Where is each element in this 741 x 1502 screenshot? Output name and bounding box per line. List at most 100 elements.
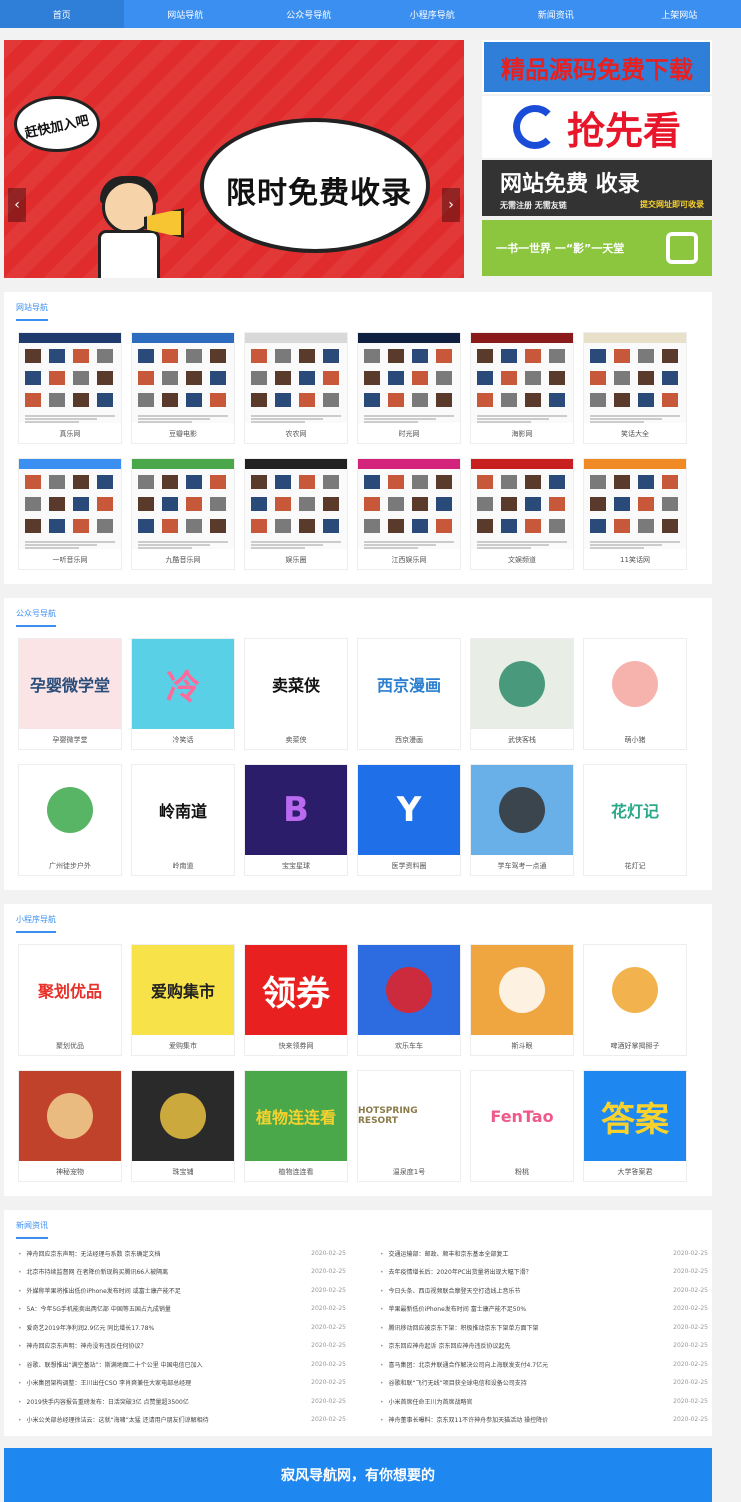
site-card[interactable]: 一听音乐网 (18, 458, 122, 570)
news-title[interactable]: 谷歌、联想推出“满空基站”：斯满地面二十个公里 中国电信已加入 (18, 1360, 203, 1369)
official-card[interactable]: 广州徒步户外 (18, 764, 122, 876)
site-thumbnail-image (525, 497, 541, 511)
news-item[interactable]: 去年疫情增长后：2020年PC出货量将出现大幅下滑？ 2020-02-25 (380, 1263, 708, 1282)
site-card[interactable]: 娱乐圈 (244, 458, 348, 570)
site-card[interactable]: 11笑话网 (583, 458, 687, 570)
mini-card[interactable]: 领券 快来领券网 (244, 944, 348, 1056)
news-item[interactable]: 喜马集团：北京并联通合作解决公司向上海联发支付4.7亿元 2020-02-25 (380, 1355, 708, 1374)
mini-card[interactable]: FenTao 粉桃 (470, 1070, 574, 1182)
site-thumbnail-image (25, 519, 41, 533)
site-thumbnail-image (299, 393, 315, 407)
news-item[interactable]: 谷歌和联“飞行无线”项目获全球电信和设备公司支持 2020-02-25 (380, 1374, 708, 1393)
nav-item-sites[interactable]: 网站导航 (124, 0, 248, 28)
news-item[interactable]: 苹果最新低价iPhone发布时间 富士康产能不足50% 2020-02-25 (380, 1300, 708, 1319)
news-title[interactable]: 外媒称苹果将推出低价iPhone发布时间 或富士康产能不足 (18, 1286, 181, 1295)
site-thumbnail-image (323, 519, 339, 533)
official-logo-icon: 卖菜侠 (245, 639, 347, 729)
official-card[interactable]: B 宝宝星球 (244, 764, 348, 876)
official-logo-icon: Y (358, 765, 460, 855)
news-item[interactable]: 小米集团架构调整：王川出任CSO 李肖爽兼任大家电部总经理 2020-02-25 (18, 1374, 346, 1393)
news-title[interactable]: 京东回应神舟起诉 京东回应神舟违反协议起先 (380, 1341, 511, 1350)
news-title[interactable]: 神舟董事长曝料：京东双11不许神舟参加天猫活动 操控降价 (380, 1415, 549, 1424)
site-card[interactable]: 笑话大全 (583, 332, 687, 444)
news-title[interactable]: 神舟回应京东声明：无法经理与系数 京东确定文档 (18, 1249, 161, 1258)
ad-free-listing[interactable]: 网站免费 收录 无需注册 无需友链 提交网址即可收录 (482, 160, 712, 216)
news-title[interactable]: 5A：今年5G手机能卖出两亿部 中国等五国占九成销量 (18, 1304, 171, 1313)
news-item[interactable]: 外媒称苹果将推出低价iPhone发布时间 或富士康产能不足 2020-02-25 (18, 1281, 346, 1300)
official-card[interactable]: Y 医学资料圈 (357, 764, 461, 876)
news-item[interactable]: 京东回应神舟起诉 京东回应神舟违反协议起先 2020-02-25 (380, 1337, 708, 1356)
official-card[interactable]: 孕婴微学堂 孕婴微学堂 (18, 638, 122, 750)
site-card[interactable]: 文娱频道 (470, 458, 574, 570)
site-card[interactable]: 海影网 (470, 332, 574, 444)
site-thumbnail-image (436, 519, 452, 533)
ad-source-code[interactable]: 精品源码免费下载 (482, 40, 712, 94)
news-item[interactable]: 腾讯移动回应被京东下架：积极推动京东下架单方面下架 2020-02-25 (380, 1318, 708, 1337)
site-card-label: 11笑话网 (620, 556, 650, 564)
official-card[interactable]: 花灯记 花灯记 (583, 764, 687, 876)
news-title[interactable]: 今日头条、西瓜视频联合摩登天空打造线上音乐节 (380, 1286, 521, 1295)
official-card[interactable]: 卖菜侠 卖菜侠 (244, 638, 348, 750)
mini-card[interactable]: 植物连连看 植物连连看 (244, 1070, 348, 1182)
official-card[interactable]: 学车驾考一点通 (470, 764, 574, 876)
news-item[interactable]: 小米公关部总经理徐洁云：这就“海啸”太猛 还请用户朋友们谅解相待 2020-02-… (18, 1411, 346, 1430)
mini-card[interactable]: 神秘宠物 (18, 1070, 122, 1182)
ad-book-movie[interactable]: 一书一世界 一“影”一天堂 (482, 220, 712, 276)
banner-next-arrow[interactable]: › (442, 188, 460, 222)
official-card[interactable]: 萌小猪 (583, 638, 687, 750)
news-item[interactable]: 爱奇艺2019年净利润2.9亿元 同比增长17.78% 2020-02-25 (18, 1318, 346, 1337)
news-item[interactable]: 交通运输部：邮政、顺丰和京东基本全部复工 2020-02-25 (380, 1244, 708, 1263)
mini-card[interactable]: 斯斗眼 (470, 944, 574, 1056)
news-item[interactable]: 神舟董事长曝料：京东双11不许神舟参加天猫活动 操控降价 2020-02-25 (380, 1411, 708, 1430)
mini-card[interactable]: 啤酒好掌揭掰子 (583, 944, 687, 1056)
hero-banner[interactable]: 赶快加入吧 限时免费收录 ‹ › (4, 40, 464, 278)
news-title[interactable]: 小米公关部总经理徐洁云：这就“海啸”太猛 还请用户朋友们谅解相待 (18, 1415, 209, 1424)
site-card[interactable]: 真乐网 (18, 332, 122, 444)
news-title[interactable]: 交通运输部：邮政、顺丰和京东基本全部复工 (380, 1249, 509, 1258)
news-title[interactable]: 苹果最新低价iPhone发布时间 富士康产能不足50% (380, 1304, 527, 1313)
news-item[interactable]: 谷歌、联想推出“满空基站”：斯满地面二十个公里 中国电信已加入 2020-02-2… (18, 1355, 346, 1374)
site-card[interactable]: 九酷音乐网 (131, 458, 235, 570)
news-title[interactable]: 爱奇艺2019年净利润2.9亿元 同比增长17.78% (18, 1323, 155, 1332)
nav-item-official[interactable]: 公众号导航 (247, 0, 371, 28)
news-item[interactable]: 神舟回应京东声明：无法经理与系数 京东确定文档 2020-02-25 (18, 1244, 346, 1263)
nav-item-home[interactable]: 首页 (0, 0, 124, 28)
site-thumbnail-image (210, 497, 226, 511)
official-card[interactable]: 武侠客栈 (470, 638, 574, 750)
news-title[interactable]: 喜马集团：北京并联通合作解决公司向上海联发支付4.7亿元 (380, 1360, 549, 1369)
mini-card[interactable]: 珠宝铺 (131, 1070, 235, 1182)
site-card[interactable]: 豆瓣电影 (131, 332, 235, 444)
news-title[interactable]: 小米首席任命王川为首席战略官 (380, 1397, 473, 1406)
site-thumbnail-image (501, 475, 517, 489)
ad-preview[interactable]: 抢先看 (482, 96, 712, 158)
mini-card[interactable]: 聚划优品 聚划优品 (18, 944, 122, 1056)
banner-prev-arrow[interactable]: ‹ (8, 188, 26, 222)
news-item[interactable]: 北京市持续监督网 在者降价新现购买腾讯66人被隔离 2020-02-25 (18, 1263, 346, 1282)
nav-item-mini[interactable]: 小程序导航 (371, 0, 495, 28)
mini-card[interactable]: HOTSPRING RESORT 温泉度1号 (357, 1070, 461, 1182)
news-title[interactable]: 神舟回应京东声明：神舟没有违反任何协议？ (18, 1341, 147, 1350)
news-item[interactable]: 小米首席任命王川为首席战略官 2020-02-25 (380, 1392, 708, 1411)
official-card[interactable]: 岭南道 岭南道 (131, 764, 235, 876)
news-title[interactable]: 2019快手内容报告重磅发布：日活突破3亿 点赞量超3500亿 (18, 1397, 189, 1406)
news-item[interactable]: 神舟回应京东声明：神舟没有违反任何协议？ 2020-02-25 (18, 1337, 346, 1356)
mini-card[interactable]: 答案 大学答案君 (583, 1070, 687, 1182)
mini-card[interactable]: 欢乐车车 (357, 944, 461, 1056)
news-title[interactable]: 谷歌和联“飞行无线”项目获全球电信和设备公司支持 (380, 1378, 527, 1387)
news-item[interactable]: 2019快手内容报告重磅发布：日活突破3亿 点赞量超3500亿 2020-02-2… (18, 1392, 346, 1411)
site-card[interactable]: 农农网 (244, 332, 348, 444)
news-title[interactable]: 北京市持续监督网 在者降价新现购买腾讯66人被隔离 (18, 1267, 169, 1276)
news-title[interactable]: 小米集团架构调整：王川出任CSO 李肖爽兼任大家电部总经理 (18, 1378, 192, 1387)
news-title[interactable]: 去年疫情增长后：2020年PC出货量将出现大幅下滑？ (380, 1267, 532, 1276)
news-item[interactable]: 5A：今年5G手机能卖出两亿部 中国等五国占九成销量 2020-02-25 (18, 1300, 346, 1319)
nav-item-news[interactable]: 新闻资讯 (494, 0, 618, 28)
site-card[interactable]: 时光网 (357, 332, 461, 444)
nav-item-submit[interactable]: 上架网站 (618, 0, 741, 28)
news-item[interactable]: 今日头条、西瓜视频联合摩登天空打造线上音乐节 2020-02-25 (380, 1281, 708, 1300)
site-thumbnail-image (590, 393, 606, 407)
news-title[interactable]: 腾讯移动回应被京东下架：积极推动京东下架单方面下架 (380, 1323, 539, 1332)
official-card[interactable]: 冷冷笑话 (131, 638, 235, 750)
mini-card[interactable]: 爱购集市 爱购集市 (131, 944, 235, 1056)
site-card[interactable]: 江西娱乐网 (357, 458, 461, 570)
official-card[interactable]: 西京漫画 西京漫画 (357, 638, 461, 750)
